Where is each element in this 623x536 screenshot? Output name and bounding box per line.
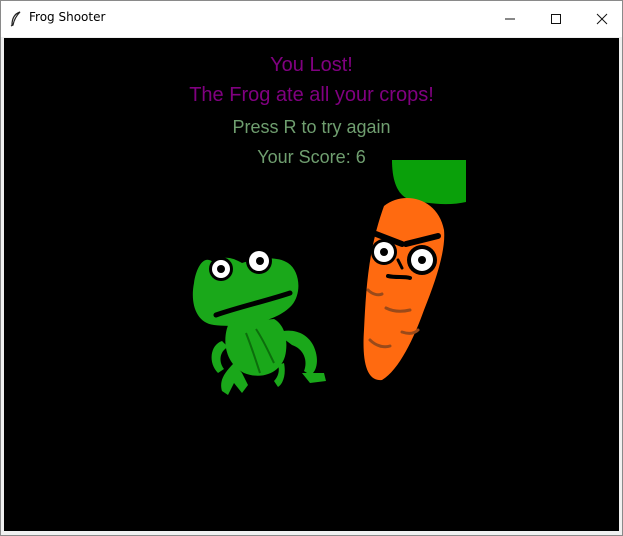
game-over-reason: The Frog ate all your crops! bbox=[189, 84, 434, 106]
title-bar[interactable]: Frog Shooter bbox=[1, 1, 622, 37]
game-over-title: You Lost! bbox=[270, 54, 353, 76]
retry-instruction: Press R to try again bbox=[232, 117, 391, 137]
minimize-icon bbox=[505, 18, 515, 20]
maximize-icon bbox=[551, 14, 561, 24]
feather-icon bbox=[10, 11, 21, 27]
close-button[interactable] bbox=[579, 1, 623, 37]
close-icon bbox=[596, 13, 608, 25]
maximize-button[interactable] bbox=[533, 1, 579, 37]
game-canvas[interactable]: You Lost! The Frog ate all your crops! P… bbox=[4, 38, 619, 531]
app-window: Frog Shooter You Lost! The Frog ate all … bbox=[0, 0, 623, 536]
minimize-button[interactable] bbox=[487, 1, 533, 37]
score-display: Your Score: 6 bbox=[257, 147, 366, 167]
window-title: Frog Shooter bbox=[29, 10, 106, 24]
frog-sprite bbox=[192, 231, 326, 395]
carrot-sprite bbox=[363, 160, 466, 381]
